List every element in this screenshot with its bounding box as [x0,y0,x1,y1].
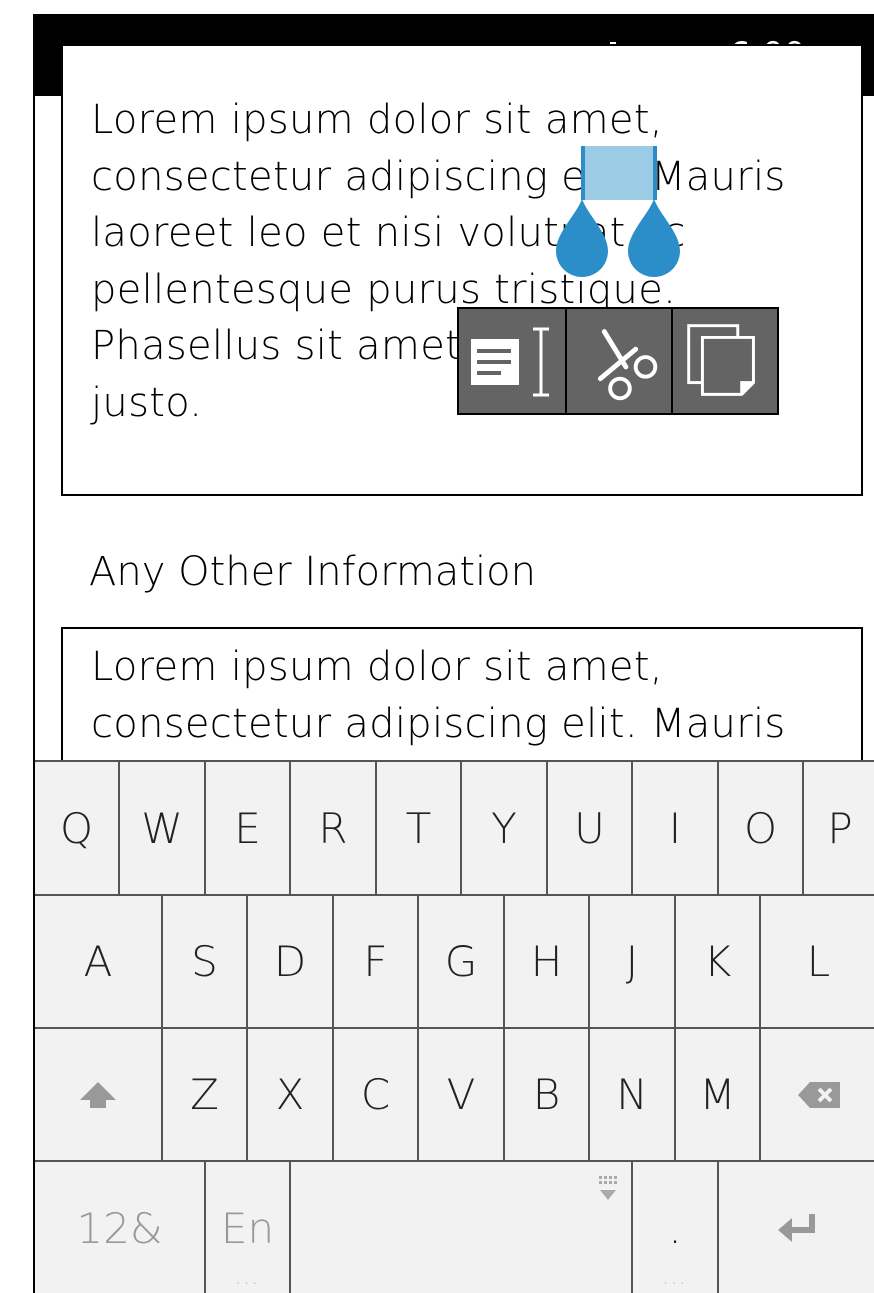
key-w[interactable]: W [120,762,206,896]
text-area-2-content: Lorem ipsum dolor sit amet, consectetur … [91,639,851,752]
select-all-button[interactable] [459,309,565,413]
numbers-key[interactable]: 12& [35,1162,206,1293]
copy-button[interactable] [671,309,777,413]
key-j[interactable]: J [590,896,676,1029]
key-k[interactable]: K [676,896,761,1029]
language-label: En [220,1204,275,1253]
key-o[interactable]: O [719,762,804,896]
key-c[interactable]: C [334,1029,419,1162]
selection-start-caret [581,146,585,200]
text-line: Lorem ipsum dolor sit amet, [91,644,663,690]
key-b[interactable]: B [505,1029,590,1162]
selection-end-caret [653,146,657,200]
key-y[interactable]: Y [462,762,548,896]
scissors-icon [597,329,658,401]
key-u[interactable]: U [548,762,633,896]
key-p[interactable]: P [804,762,874,896]
select-all-icon [471,327,549,397]
phone-screen: 6:00 PM Lorem ipsum dolor sit amet, cons… [33,14,874,1293]
key-g[interactable]: G [419,896,505,1029]
text-line: laoreet leo et nisi volutpat ac [91,210,686,256]
key-n[interactable]: N [590,1029,676,1162]
key-x[interactable]: X [248,1029,334,1162]
selection-toolbar [457,307,779,415]
key-a[interactable]: A [35,896,163,1029]
text-selection-highlight [583,146,655,200]
text-line: consectetur adipiscing elit. Mauris [91,700,786,747]
key-z[interactable]: Z [163,1029,248,1162]
selection-start-handle[interactable] [556,199,608,279]
text-area-1[interactable]: Lorem ipsum dolor sit amet, consectetur … [61,44,863,496]
copy-icon [687,324,755,396]
key-d[interactable]: D [248,896,334,1029]
keyboard-switch-icon [599,1176,617,1200]
key-s[interactable]: S [163,896,248,1029]
key-f[interactable]: F [334,896,419,1029]
enter-key[interactable] [719,1162,874,1293]
backspace-icon [797,1081,840,1108]
backspace-key[interactable] [761,1029,874,1162]
on-screen-keyboard: Q W E R T Y U I O P A S D F G H J K L Z … [35,760,874,1293]
period-label: . [668,1204,682,1253]
key-v[interactable]: V [419,1029,505,1162]
text-line: Lorem ipsum dolor sit amet, [91,97,663,143]
key-r[interactable]: R [291,762,377,896]
any-other-information-label: Any Other Information [89,549,536,595]
key-t[interactable]: T [377,762,462,896]
shift-key[interactable] [35,1029,163,1162]
text-line: consectetur adipiscing elit. Mauris [91,153,786,200]
key-e[interactable]: E [206,762,291,896]
enter-icon [777,1213,815,1242]
key-q[interactable]: Q [35,762,120,896]
key-m[interactable]: M [676,1029,761,1162]
space-key[interactable] [291,1162,633,1293]
key-h[interactable]: H [505,896,590,1029]
selection-end-handle[interactable] [628,199,680,279]
shift-arrow-icon [80,1081,116,1108]
cut-button[interactable] [565,309,671,413]
language-key[interactable]: En ... [206,1162,291,1293]
key-l[interactable]: L [761,896,874,1029]
period-key[interactable]: . ... [633,1162,719,1293]
key-i[interactable]: I [633,762,719,896]
